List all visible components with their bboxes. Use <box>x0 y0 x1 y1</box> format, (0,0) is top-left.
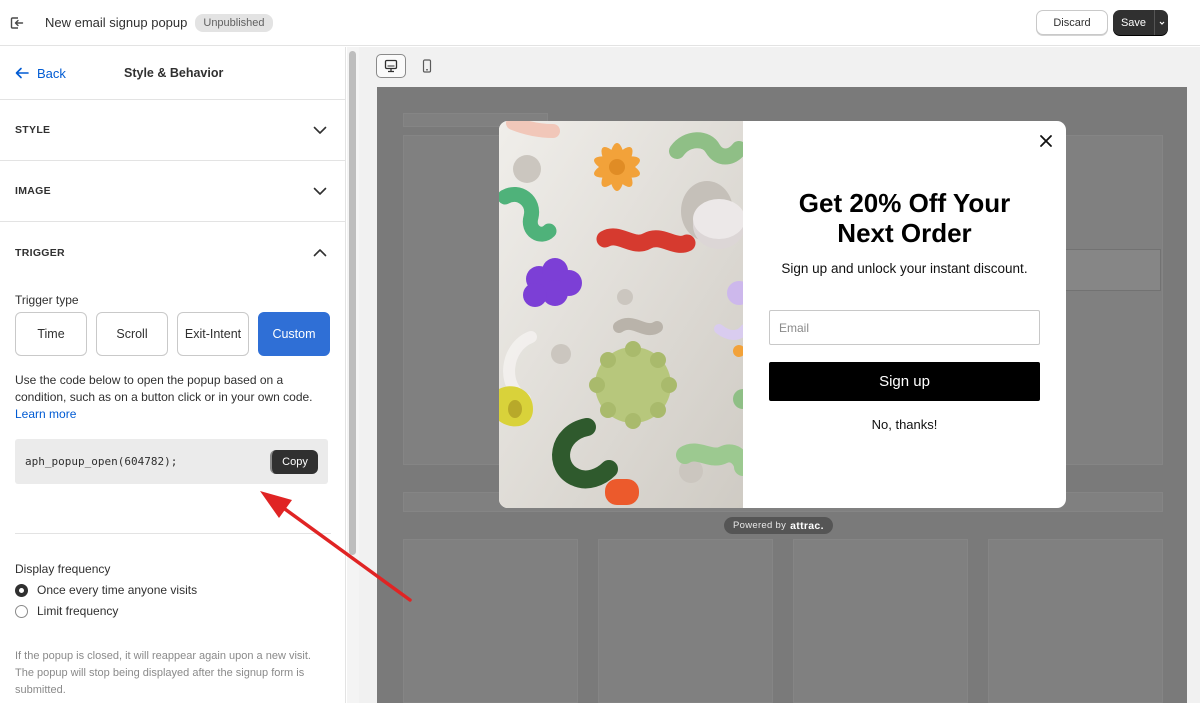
back-label: Back <box>37 65 66 81</box>
trigger-description: Use the code below to open the popup bas… <box>15 372 330 423</box>
trigger-custom-button[interactable]: Custom <box>258 312 330 356</box>
frequency-option-once[interactable]: Once every time anyone visits <box>15 583 197 597</box>
powered-by-text: Powered by <box>733 520 787 531</box>
section-trigger-label: TRIGGER <box>15 246 65 259</box>
section-image[interactable]: IMAGE <box>0 161 345 222</box>
frequency-option-limit[interactable]: Limit frequency <box>15 604 118 618</box>
popup-subhead: Sign up and unlock your instant discount… <box>781 261 1028 276</box>
display-frequency-label: Display frequency <box>15 562 111 576</box>
close-icon[interactable] <box>1038 133 1054 149</box>
ghost-card <box>988 539 1163 703</box>
desktop-icon <box>384 59 398 73</box>
divider <box>15 533 331 534</box>
mobile-view-button[interactable] <box>412 54 442 78</box>
radio-unchecked[interactable] <box>15 604 28 618</box>
sidebar-title: Style & Behavior <box>124 66 224 80</box>
code-snippet: aph_popup_open(604782); Copy <box>15 439 328 484</box>
ghost-card <box>403 539 578 703</box>
device-toggle <box>376 54 442 78</box>
mobile-icon <box>422 59 432 73</box>
trigger-type-group: Time Scroll Exit-Intent Custom <box>15 312 330 356</box>
copy-button[interactable]: Copy <box>270 450 318 474</box>
discard-button[interactable]: Discard <box>1036 10 1108 35</box>
save-button[interactable]: Save <box>1113 10 1168 35</box>
colorful-shapes-illustration <box>499 121 753 508</box>
signup-popup: Get 20% Off Your Next Order Sign up and … <box>499 121 1066 508</box>
page-title: New email signup popup <box>45 15 188 30</box>
trigger-exit-intent-button[interactable]: Exit-Intent <box>177 312 249 356</box>
status-badge: Unpublished <box>195 13 273 32</box>
chevron-down-icon[interactable] <box>1154 10 1168 35</box>
trigger-description-text: Use the code below to open the popup bas… <box>15 373 313 404</box>
radio-checked[interactable] <box>15 583 28 597</box>
sidebar-header: Back Style & Behavior <box>0 47 345 100</box>
chevron-down-icon <box>313 126 327 134</box>
chevron-down-icon <box>313 187 327 195</box>
popup-headline: Get 20% Off Your Next Order <box>798 188 1011 248</box>
storefront-preview: Get 20% Off Your Next Order Sign up and … <box>377 87 1187 703</box>
scrollbar-thumb[interactable] <box>349 51 356 555</box>
section-style-label: STYLE <box>15 124 51 136</box>
learn-more-link[interactable]: Learn more <box>15 407 76 421</box>
email-field[interactable]: Email <box>769 310 1040 345</box>
popup-image <box>499 121 753 508</box>
exit-icon[interactable] <box>2 8 32 38</box>
sign-up-button[interactable]: Sign up <box>769 362 1040 401</box>
save-button-label: Save <box>1120 16 1147 29</box>
powered-by-badge[interactable]: Powered by attrac. <box>724 517 833 534</box>
ghost-block <box>1057 249 1161 291</box>
no-thanks-link[interactable]: No, thanks! <box>743 417 1066 432</box>
frequency-option-once-label: Once every time anyone visits <box>37 583 198 597</box>
popup-content: Get 20% Off Your Next Order Sign up and … <box>743 121 1066 508</box>
chevron-up-icon <box>313 249 327 257</box>
trigger-time-button[interactable]: Time <box>15 312 87 356</box>
sidebar-scrollbar[interactable] <box>347 47 359 703</box>
section-trigger[interactable]: TRIGGER <box>0 222 345 283</box>
preview-area: Get 20% Off Your Next Order Sign up and … <box>359 47 1200 703</box>
section-image-label: IMAGE <box>15 185 51 197</box>
trigger-scroll-button[interactable]: Scroll <box>96 312 168 356</box>
ghost-card <box>793 539 968 703</box>
brand-logo-text: attrac. <box>790 519 824 532</box>
desktop-view-button[interactable] <box>376 54 406 78</box>
trigger-type-label: Trigger type <box>15 293 79 307</box>
ghost-card <box>598 539 773 703</box>
frequency-option-limit-label: Limit frequency <box>37 604 119 618</box>
top-bar: New email signup popup Unpublished Disca… <box>0 0 1200 46</box>
arrow-left-icon <box>15 67 29 79</box>
frequency-help-text: If the popup is closed, it will reappear… <box>15 650 311 696</box>
section-style[interactable]: STYLE <box>0 100 345 161</box>
code-text[interactable]: aph_popup_open(604782); <box>25 455 177 468</box>
back-button[interactable]: Back <box>15 66 66 81</box>
settings-sidebar: Back Style & Behavior STYLE IMAGE TRIGGE… <box>0 47 346 703</box>
